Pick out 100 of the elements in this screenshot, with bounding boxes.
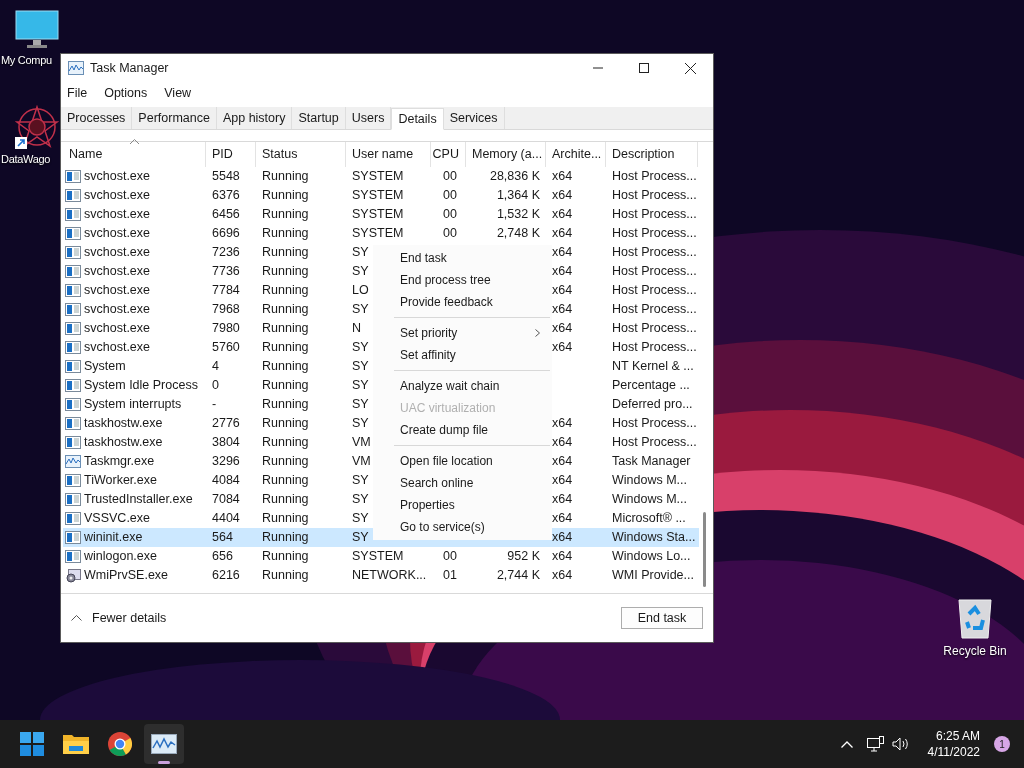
table-cell[interactable]: svchost.exe bbox=[84, 205, 150, 224]
column-header[interactable]: Status bbox=[256, 142, 346, 167]
table-cell-text: Host Process... bbox=[612, 301, 697, 319]
clock[interactable]: 6:25 AM 4/11/2022 bbox=[927, 728, 980, 760]
recycle-bin-icon[interactable] bbox=[957, 598, 993, 640]
table-cell[interactable]: TiWorker.exe bbox=[84, 471, 157, 490]
context-menu-item[interactable]: End process tree bbox=[373, 269, 552, 291]
column-header[interactable]: CPU bbox=[431, 142, 466, 167]
table-cell[interactable]: taskhostw.exe bbox=[84, 414, 163, 433]
menu-item[interactable]: View bbox=[164, 83, 192, 103]
table-cell-text: SY bbox=[352, 396, 369, 414]
context-menu-item[interactable]: Analyze wait chain bbox=[373, 375, 552, 397]
scrollbar-thumb[interactable] bbox=[703, 512, 706, 587]
column-header[interactable]: Description bbox=[606, 142, 698, 167]
menu-item[interactable]: Options bbox=[104, 83, 148, 103]
application-icon bbox=[65, 360, 81, 373]
desktop-icon-label[interactable]: My Compu bbox=[1, 52, 52, 69]
chart-icon bbox=[65, 455, 81, 468]
table-cell[interactable]: svchost.exe bbox=[84, 224, 150, 243]
table-cell-text: 4084 bbox=[212, 472, 240, 490]
table-cell-text: SYSTEM bbox=[352, 206, 404, 224]
table-cell[interactable]: svchost.exe bbox=[84, 300, 150, 319]
context-menu-item[interactable]: Set priority bbox=[373, 322, 552, 344]
table-cell-text: SY bbox=[352, 529, 369, 547]
context-menu-item[interactable]: End task bbox=[373, 247, 552, 269]
table-cell[interactable]: Taskmgr.exe bbox=[84, 452, 155, 471]
table-cell-text: Host Process... bbox=[612, 320, 697, 338]
table-cell[interactable]: System interrupts bbox=[84, 395, 182, 414]
table-cell[interactable]: System Idle Process bbox=[84, 376, 198, 395]
table-cell-text: x64 bbox=[552, 548, 573, 566]
column-header[interactable]: User name bbox=[346, 142, 431, 167]
fewer-details-button[interactable]: Fewer details bbox=[71, 608, 167, 628]
taskbar-button[interactable] bbox=[144, 724, 184, 764]
application-icon bbox=[65, 189, 81, 202]
table-cell-text: x64 bbox=[552, 472, 573, 490]
context-menu-item[interactable]: Set affinity bbox=[373, 344, 552, 366]
table-cell-text: Host Process... bbox=[612, 434, 697, 452]
tab[interactable]: Details bbox=[391, 108, 444, 130]
column-header[interactable]: Memory (a... bbox=[466, 142, 546, 167]
application-icon bbox=[65, 284, 81, 297]
context-menu-item[interactable]: Provide feedback bbox=[373, 291, 552, 313]
context-menu-item[interactable]: Properties bbox=[373, 494, 552, 516]
table-cell-text: x64 bbox=[552, 491, 573, 509]
desktop-icon-label[interactable]: DataWago bbox=[1, 151, 51, 168]
close-icon[interactable] bbox=[684, 62, 696, 74]
application-icon bbox=[65, 398, 81, 411]
table-cell-text: 6216 bbox=[212, 567, 240, 585]
table-cell-text: Windows Sta... bbox=[612, 529, 696, 547]
table-cell[interactable]: svchost.exe bbox=[84, 319, 150, 338]
table-cell-text: x64 bbox=[552, 510, 573, 528]
table-cell-text: LO bbox=[352, 282, 369, 300]
volume-icon[interactable] bbox=[891, 737, 910, 751]
table-cell[interactable]: WmiPrvSE.exe bbox=[84, 566, 169, 585]
notification-badge[interactable]: 1 bbox=[994, 736, 1010, 752]
application-icon bbox=[65, 170, 81, 183]
context-menu-item[interactable]: Create dump file bbox=[373, 419, 552, 441]
table-cell[interactable]: svchost.exe bbox=[84, 186, 150, 205]
table-cell-text: 5548 bbox=[212, 168, 240, 186]
table-cell-text: 3804 bbox=[212, 434, 240, 452]
end-task-button[interactable]: End task bbox=[621, 607, 703, 629]
table-cell[interactable]: winlogon.exe bbox=[84, 547, 157, 566]
context-menu-item[interactable]: Open file location bbox=[373, 450, 552, 472]
table-cell[interactable]: System bbox=[84, 357, 126, 376]
table-cell[interactable]: svchost.exe bbox=[84, 338, 150, 357]
table-cell-text: x64 bbox=[552, 339, 573, 357]
table-cell[interactable]: svchost.exe bbox=[84, 262, 150, 281]
desktop-icon-label[interactable]: Recycle Bin bbox=[943, 642, 1007, 660]
table-cell-text: Percentage ... bbox=[612, 377, 690, 395]
table-cell-text: x64 bbox=[552, 434, 573, 452]
table-cell-text: x64 bbox=[552, 415, 573, 433]
table-cell[interactable]: svchost.exe bbox=[84, 167, 150, 186]
chevron-up-icon[interactable] bbox=[840, 740, 853, 748]
context-menu-item[interactable]: Go to service(s) bbox=[373, 516, 552, 538]
column-header[interactable]: Archite... bbox=[546, 142, 606, 167]
table-cell-text: Running bbox=[262, 168, 309, 186]
table-cell-text: 7736 bbox=[212, 263, 240, 281]
table-cell[interactable]: svchost.exe bbox=[84, 281, 150, 300]
table-cell-text: Running bbox=[262, 491, 309, 509]
column-header[interactable]: Name bbox=[63, 142, 206, 167]
table-cell[interactable]: wininit.exe bbox=[84, 528, 143, 547]
table-cell[interactable]: svchost.exe bbox=[84, 243, 150, 262]
table-cell-text: SY bbox=[352, 377, 369, 395]
monitor-icon[interactable] bbox=[15, 10, 59, 50]
table-cell-text: Running bbox=[262, 225, 309, 243]
table-cell[interactable]: taskhostw.exe bbox=[84, 433, 163, 452]
table-cell-text: Running bbox=[262, 415, 309, 433]
table-cell-text: SY bbox=[352, 244, 369, 262]
menu-item[interactable]: File bbox=[67, 83, 88, 103]
maximize-icon[interactable] bbox=[639, 63, 649, 73]
table-cell-text: 6696 bbox=[212, 225, 240, 243]
table-cell[interactable]: TrustedInstaller.exe bbox=[84, 490, 193, 509]
column-header[interactable]: PID bbox=[206, 142, 256, 167]
table-cell-text: x64 bbox=[552, 529, 573, 547]
table-cell[interactable]: VSSVC.exe bbox=[84, 509, 150, 528]
application-icon bbox=[65, 208, 81, 221]
table-cell-text: 4 bbox=[212, 358, 219, 376]
context-menu-item[interactable]: Search online bbox=[373, 472, 552, 494]
network-icon[interactable] bbox=[866, 736, 884, 752]
star-logo-icon[interactable] bbox=[15, 105, 59, 149]
table-cell-text: Running bbox=[262, 320, 309, 338]
